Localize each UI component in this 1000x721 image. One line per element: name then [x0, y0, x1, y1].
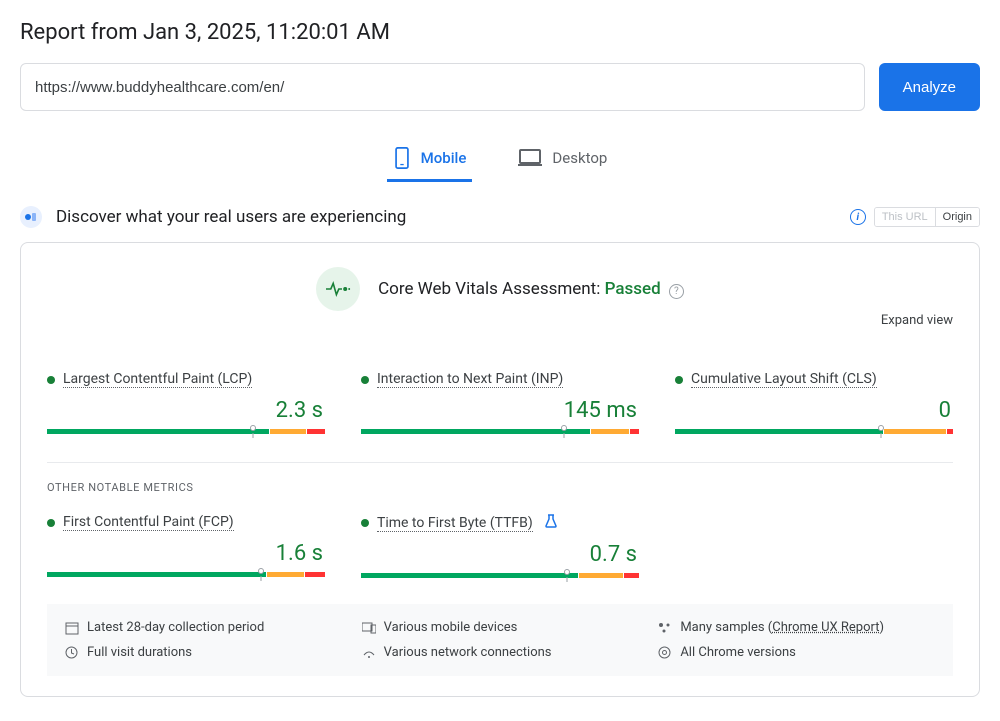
calendar-icon	[65, 621, 79, 635]
desktop-icon	[518, 148, 542, 168]
metric-lcp: Largest Contentful Paint (LCP) 2.3 s	[47, 371, 325, 434]
vitals-card: Core Web Vitals Assessment: Passed ? Exp…	[20, 242, 980, 697]
footer-durations: Full visit durations	[65, 645, 342, 660]
chrome-icon	[658, 646, 672, 659]
metric-lcp-value: 2.3 s	[47, 398, 325, 423]
metric-lcp-bar	[47, 429, 325, 434]
clock-icon	[65, 646, 79, 659]
status-dot-good	[361, 519, 369, 527]
metric-cls-name[interactable]: Cumulative Layout Shift (CLS)	[691, 371, 877, 388]
devices-icon	[362, 622, 376, 634]
assessment-status: Passed	[605, 279, 661, 299]
scope-this-url: This URL	[875, 208, 935, 226]
tab-mobile[interactable]: Mobile	[387, 137, 473, 182]
metric-ttfb-bar	[361, 573, 639, 578]
footer-chrome: All Chrome versions	[658, 645, 935, 660]
metric-fcp-name[interactable]: First Contentful Paint (FCP)	[63, 514, 234, 531]
status-dot-good	[47, 376, 55, 384]
tab-desktop-label: Desktop	[552, 149, 607, 167]
metric-ttfb-name[interactable]: Time to First Byte (TTFB)	[377, 515, 533, 532]
info-icon[interactable]: i	[850, 209, 866, 225]
pulse-icon	[316, 267, 360, 311]
metric-cls-value: 0	[675, 398, 953, 423]
metric-cls-bar	[675, 429, 953, 434]
other-metrics-heading: OTHER NOTABLE METRICS	[47, 481, 953, 494]
metric-inp: Interaction to Next Paint (INP) 145 ms	[361, 371, 639, 434]
metric-fcp: First Contentful Paint (FCP) 1.6 s	[47, 514, 325, 578]
assessment-label: Core Web Vitals Assessment:	[378, 279, 605, 299]
metric-fcp-value: 1.6 s	[47, 541, 325, 566]
expand-view-link[interactable]: Expand view	[881, 313, 953, 328]
footer-info: Latest 28-day collection period Various …	[47, 604, 953, 676]
metric-inp-name[interactable]: Interaction to Next Paint (INP)	[377, 371, 563, 388]
help-icon[interactable]: ?	[669, 284, 684, 299]
samples-icon	[658, 622, 672, 634]
metric-cls: Cumulative Layout Shift (CLS) 0	[675, 371, 953, 434]
footer-devices: Various mobile devices	[362, 620, 639, 635]
crux-report-link[interactable]: Chrome UX Report	[772, 620, 879, 635]
scope-origin[interactable]: Origin	[935, 208, 979, 226]
metric-lcp-name[interactable]: Largest Contentful Paint (LCP)	[63, 371, 252, 388]
url-input[interactable]	[20, 63, 865, 111]
status-dot-good	[361, 376, 369, 384]
footer-samples: Many samples (Chrome UX Report)	[658, 620, 935, 635]
metric-ttfb-value: 0.7 s	[361, 542, 639, 567]
footer-period: Latest 28-day collection period	[65, 620, 342, 635]
status-dot-good	[675, 376, 683, 384]
divider	[47, 462, 953, 463]
tab-mobile-label: Mobile	[421, 149, 467, 167]
footer-connections: Various network connections	[362, 645, 639, 660]
assessment-text: Core Web Vitals Assessment: Passed ?	[378, 279, 684, 299]
metric-ttfb: Time to First Byte (TTFB) 0.7 s	[361, 514, 639, 578]
crux-icon	[20, 206, 42, 228]
experimental-icon[interactable]	[545, 514, 557, 532]
metric-inp-value: 145 ms	[361, 398, 639, 423]
metric-fcp-bar	[47, 572, 325, 577]
mobile-icon	[393, 147, 411, 169]
page-title: Report from Jan 3, 2025, 11:20:01 AM	[20, 20, 980, 45]
tab-desktop[interactable]: Desktop	[512, 137, 613, 182]
scope-toggle: This URL Origin	[874, 207, 980, 227]
network-icon	[362, 647, 376, 659]
metric-inp-bar	[361, 429, 639, 434]
status-dot-good	[47, 519, 55, 527]
analyze-button[interactable]: Analyze	[879, 63, 980, 111]
section-heading: Discover what your real users are experi…	[56, 207, 406, 227]
